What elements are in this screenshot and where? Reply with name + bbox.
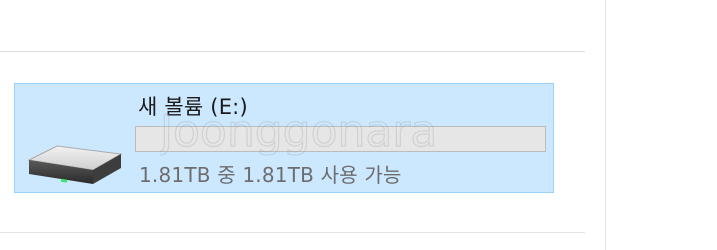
hard-drive-icon [27,145,123,184]
explorer-content-pane: 새 볼륨 (E:) 1.81TB 중 1.81TB 사용 가능 Joonggon… [0,0,605,250]
drive-space-text: 1.81TB 중 1.81TB 사용 가능 [139,163,402,187]
pane-border [605,0,606,250]
section-divider-bottom [0,232,585,233]
section-divider [0,51,585,52]
drive-usage-bar [135,126,546,152]
drive-name: 새 볼륨 (E:) [138,95,248,119]
drive-tile-e[interactable]: 새 볼륨 (E:) 1.81TB 중 1.81TB 사용 가능 [14,83,554,193]
